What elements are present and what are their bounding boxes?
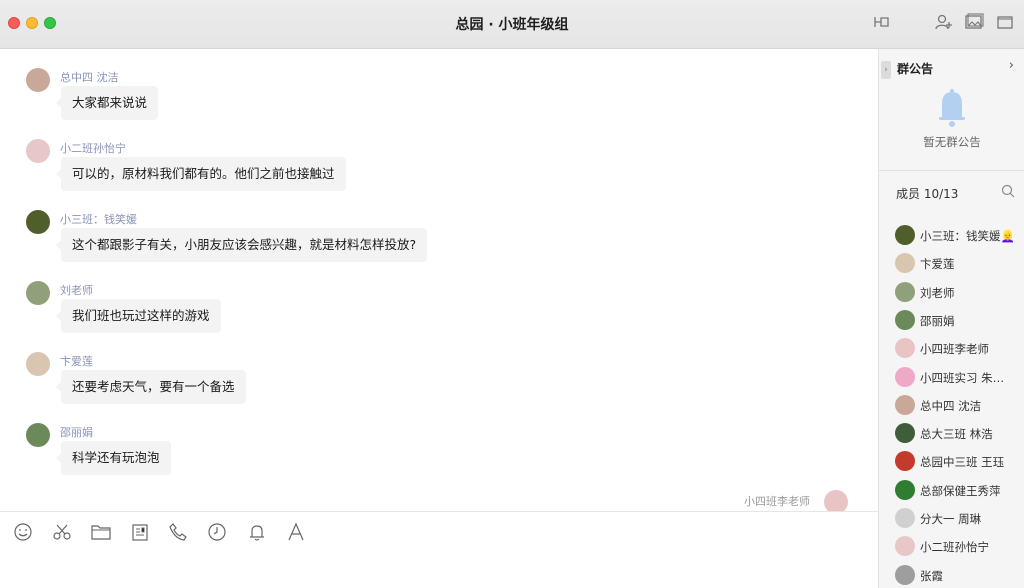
message-bubble[interactable]: 这个都跟影子有关，小朋友应该会感兴趣，就是材料怎样投放? [55,228,428,262]
member-name: 小四班李老师 [920,342,989,357]
avatar [895,508,915,528]
folder-icon[interactable] [993,10,1017,34]
member-name: 邵丽娟 [920,313,955,328]
sender-name: 小二班孙怡宁 [60,142,126,155]
member-name: 总部保健王秀萍 [920,483,1001,498]
sender-name: 小四班李老师 [744,495,810,508]
bell-icon[interactable] [246,521,268,543]
member-item[interactable]: 小三班：钱笑媛👱‍♀️ [895,224,1023,246]
chat-message: 小二班孙怡宁 可以的，原材料我们都有的。他们之前也接触过 [0,135,878,207]
announcement-title[interactable]: 群公告 [897,60,933,77]
avatar [895,338,915,359]
member-name: 小二班孙怡宁 [920,540,989,555]
chat-message-list[interactable]: 总中四 沈洁 大家都来说说 小二班孙怡宁 可以的，原材料我们都有的。他们之前也接… [0,49,878,511]
member-item[interactable]: 张霞 [895,564,1023,586]
member-item[interactable]: 分大一 周琳 [895,507,1023,529]
chat-message: 邵丽娟 科学还有玩泡泡 [0,419,878,491]
member-item[interactable]: 总园中三班 王珏 [895,450,1023,472]
member-item[interactable]: 刘老师 [895,281,1023,303]
avatar [895,253,915,274]
member-name: 卞爱莲 [920,257,955,272]
member-item[interactable]: 邵丽娟 [895,309,1023,331]
member-name: 总大三班 林浩 [920,427,993,442]
member-item[interactable]: 小四班实习 朱… [895,366,1023,388]
sender-name: 刘老师 [60,284,93,297]
message-bubble[interactable]: 我们班也玩过这样的游戏 [56,299,221,333]
folder-icon[interactable] [90,521,112,543]
collapse-panel-button[interactable]: › [881,61,891,79]
chat-message: 卞爱莲 还要考虑天气，要有一个备选 [0,348,878,420]
avatar [895,479,915,500]
message-bubble[interactable]: 可以的，原材料我们都有的。他们之前也接触过 [56,157,346,191]
avatar[interactable] [26,210,50,234]
message-bubble[interactable]: 还要考虑天气，要有一个备选 [56,370,246,404]
document-icon[interactable] [129,521,151,543]
avatar [895,423,915,444]
divider [879,170,1024,171]
phone-icon[interactable] [167,521,189,543]
avatar[interactable] [26,423,50,447]
chat-message: 刘老师 我们班也玩过这样的游戏 [0,277,878,349]
clock-icon[interactable] [206,521,228,543]
announcement-empty-text: 暂无群公告 [923,135,981,149]
sender-name: 邵丽娟 [60,426,93,439]
avatar [895,451,915,472]
group-info-panel: › 群公告 › 暂无群公告 成员 10/13 小三班：钱笑媛👱‍♀️ 卞爱莲刘老师… [878,49,1024,588]
avatar [895,309,915,330]
input-toolbar [0,511,878,588]
avatar[interactable] [26,281,50,305]
message-bubble[interactable]: 大家都来说说 [55,86,159,120]
title-bar: 总园 · 小班年级组 [0,0,1024,49]
sender-name: 总中四 沈洁 [60,71,119,84]
chat-message: 小三班：钱笑媛 这个都跟影子有关，小朋友应该会感兴趣，就是材料怎样投放? [0,206,878,278]
member-item[interactable]: 小二班孙怡宁 [895,535,1023,557]
member-name: 分大一 周琳 [920,512,982,526]
avatar [895,394,915,415]
chat-message: 总中四 沈洁 大家都来说说 [0,64,878,136]
member-name: 张霞 [920,568,943,583]
member-item[interactable]: 总大三班 林浩 [895,422,1023,444]
search-icon[interactable] [1000,183,1016,199]
avatar [895,536,915,557]
member-item[interactable]: 小四班李老师 [895,337,1023,359]
chevron-right-icon[interactable]: › [1009,58,1014,73]
avatar[interactable] [26,352,50,376]
avatar[interactable] [26,139,50,163]
member-name: 小三班：钱笑媛👱‍♀️ [920,229,1015,243]
sender-name: 卞爱莲 [60,355,93,368]
members-title: 成员 10/13 [896,187,959,201]
image-icon[interactable] [962,10,986,34]
bell-icon [934,86,970,130]
avatar [895,281,915,302]
member-name: 小四班实习 朱… [920,370,1005,385]
avatar [895,564,915,585]
smile-icon[interactable] [12,521,34,543]
scissors-icon[interactable] [51,521,73,543]
member-item[interactable]: 总中四 沈洁 [895,394,1023,416]
member-item[interactable]: 总部保健王秀萍 [895,479,1023,501]
member-item[interactable]: 卞爱莲 [895,252,1023,274]
message-bubble[interactable]: 科学还有玩泡泡 [56,441,171,475]
avatar [895,225,915,245]
member-name: 总园中三班 王珏 [920,455,1005,470]
pin-icon[interactable] [870,10,894,34]
avatar[interactable] [26,68,50,92]
avatar [895,366,915,387]
avatar[interactable] [824,490,848,511]
sender-name: 小三班：钱笑媛 [60,213,137,226]
chat-message-self: 小四班李老师 [0,489,878,511]
font-icon[interactable] [285,521,307,543]
add-member-icon[interactable] [932,10,956,34]
member-name: 总中四 沈洁 [920,398,982,413]
member-name: 刘老师 [920,285,955,300]
